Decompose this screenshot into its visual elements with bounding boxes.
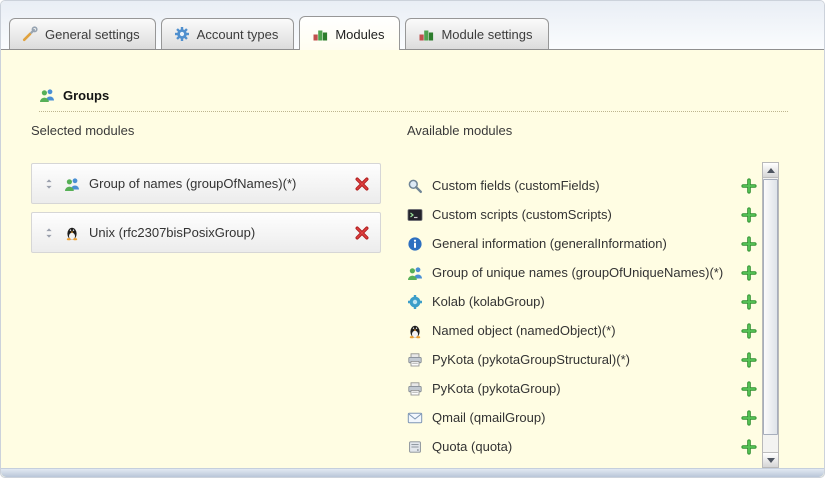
scroll-down-icon [767, 458, 775, 463]
available-module-label: PyKota (pykotaGroup) [432, 382, 732, 396]
available-module-row: Kolab (kolabGroup) [407, 287, 759, 316]
section-title: Groups [63, 88, 109, 103]
available-module-label: Qmail (qmailGroup) [432, 411, 732, 425]
scroll-down-button[interactable] [763, 452, 778, 467]
available-module-row: PyKota (pykotaGroup) [407, 374, 759, 403]
group-icon [407, 265, 423, 281]
selected-module-row: Unix (rfc2307bisPosixGroup) [31, 212, 381, 253]
tux-icon [407, 323, 423, 339]
tab-general-settings[interactable]: General settings [9, 18, 156, 49]
available-module-label: Kolab (kolabGroup) [432, 295, 732, 309]
scroll-up-icon [767, 168, 775, 173]
bottom-band [1, 468, 824, 477]
add-icon[interactable] [741, 265, 757, 281]
tab-label: Account types [197, 27, 279, 42]
available-module-label: Custom scripts (customScripts) [432, 208, 732, 222]
tab-bar: General settings Account types Modules M… [1, 1, 824, 50]
selected-module-label: Unix (rfc2307bisPosixGroup) [89, 225, 345, 240]
available-module-label: Custom fields (customFields) [432, 179, 732, 193]
section-heading: Groups [39, 87, 788, 112]
kolab-icon [407, 294, 423, 310]
available-module-row: Named object (namedObject)(*) [407, 316, 759, 345]
available-module-row: Custom fields (customFields) [407, 171, 759, 200]
selected-module-label: Group of names (groupOfNames)(*) [89, 176, 345, 191]
magnifier-icon [407, 178, 423, 194]
tux-icon [64, 225, 80, 241]
available-module-row: Custom scripts (customScripts) [407, 200, 759, 229]
tab-label: General settings [45, 27, 140, 42]
available-modules-label: Available modules [407, 123, 512, 138]
scrollbar-thumb[interactable] [763, 179, 778, 435]
add-icon[interactable] [741, 381, 757, 397]
mail-icon [407, 410, 423, 426]
available-module-row: General information (generalInformation) [407, 229, 759, 258]
tools-icon [22, 26, 38, 42]
quota-icon [407, 439, 423, 455]
available-module-row: Quota (quota) [407, 432, 759, 461]
available-module-row: PyKota (pykotaGroupStructural)(*) [407, 345, 759, 374]
delete-icon[interactable] [354, 176, 370, 192]
terminal-icon [407, 207, 423, 223]
available-module-row: Group of unique names (groupOfUniqueName… [407, 258, 759, 287]
tab-module-settings[interactable]: Module settings [405, 18, 548, 49]
gears-icon [174, 26, 190, 42]
add-icon[interactable] [741, 410, 757, 426]
tab-account-types[interactable]: Account types [161, 18, 295, 49]
drag-handle-icon[interactable] [43, 178, 55, 190]
add-icon[interactable] [741, 178, 757, 194]
printer-icon [407, 381, 423, 397]
available-module-label: General information (generalInformation) [432, 237, 732, 251]
add-icon[interactable] [741, 323, 757, 339]
add-icon[interactable] [741, 236, 757, 252]
available-modules-list: Custom fields (customFields) Custom scri… [407, 171, 759, 461]
drag-handle-icon[interactable] [43, 227, 55, 239]
selected-module-row: Group of names (groupOfNames)(*) [31, 163, 381, 204]
add-icon[interactable] [741, 207, 757, 223]
scroll-up-button[interactable] [763, 163, 778, 178]
add-icon[interactable] [741, 439, 757, 455]
available-modules-scrollbar[interactable] [762, 162, 779, 468]
tab-label: Module settings [441, 27, 532, 42]
info-icon [407, 236, 423, 252]
add-icon[interactable] [741, 294, 757, 310]
blocks-icon [418, 26, 434, 42]
selected-modules-list: Group of names (groupOfNames)(*) Unix (r… [31, 163, 381, 261]
selected-modules-label: Selected modules [31, 123, 134, 138]
group-icon [39, 87, 55, 103]
tab-modules[interactable]: Modules [299, 16, 400, 50]
printer-icon [407, 352, 423, 368]
tab-label: Modules [335, 27, 384, 42]
available-module-label: PyKota (pykotaGroupStructural)(*) [432, 353, 732, 367]
lam-configuration-page: General settings Account types Modules M… [0, 0, 825, 478]
available-module-label: Group of unique names (groupOfUniqueName… [432, 266, 732, 280]
delete-icon[interactable] [354, 225, 370, 241]
blocks-icon [312, 26, 328, 42]
group-icon [64, 176, 80, 192]
available-module-row: Qmail (qmailGroup) [407, 403, 759, 432]
add-icon[interactable] [741, 352, 757, 368]
available-module-label: Quota (quota) [432, 440, 732, 454]
available-module-label: Named object (namedObject)(*) [432, 324, 732, 338]
